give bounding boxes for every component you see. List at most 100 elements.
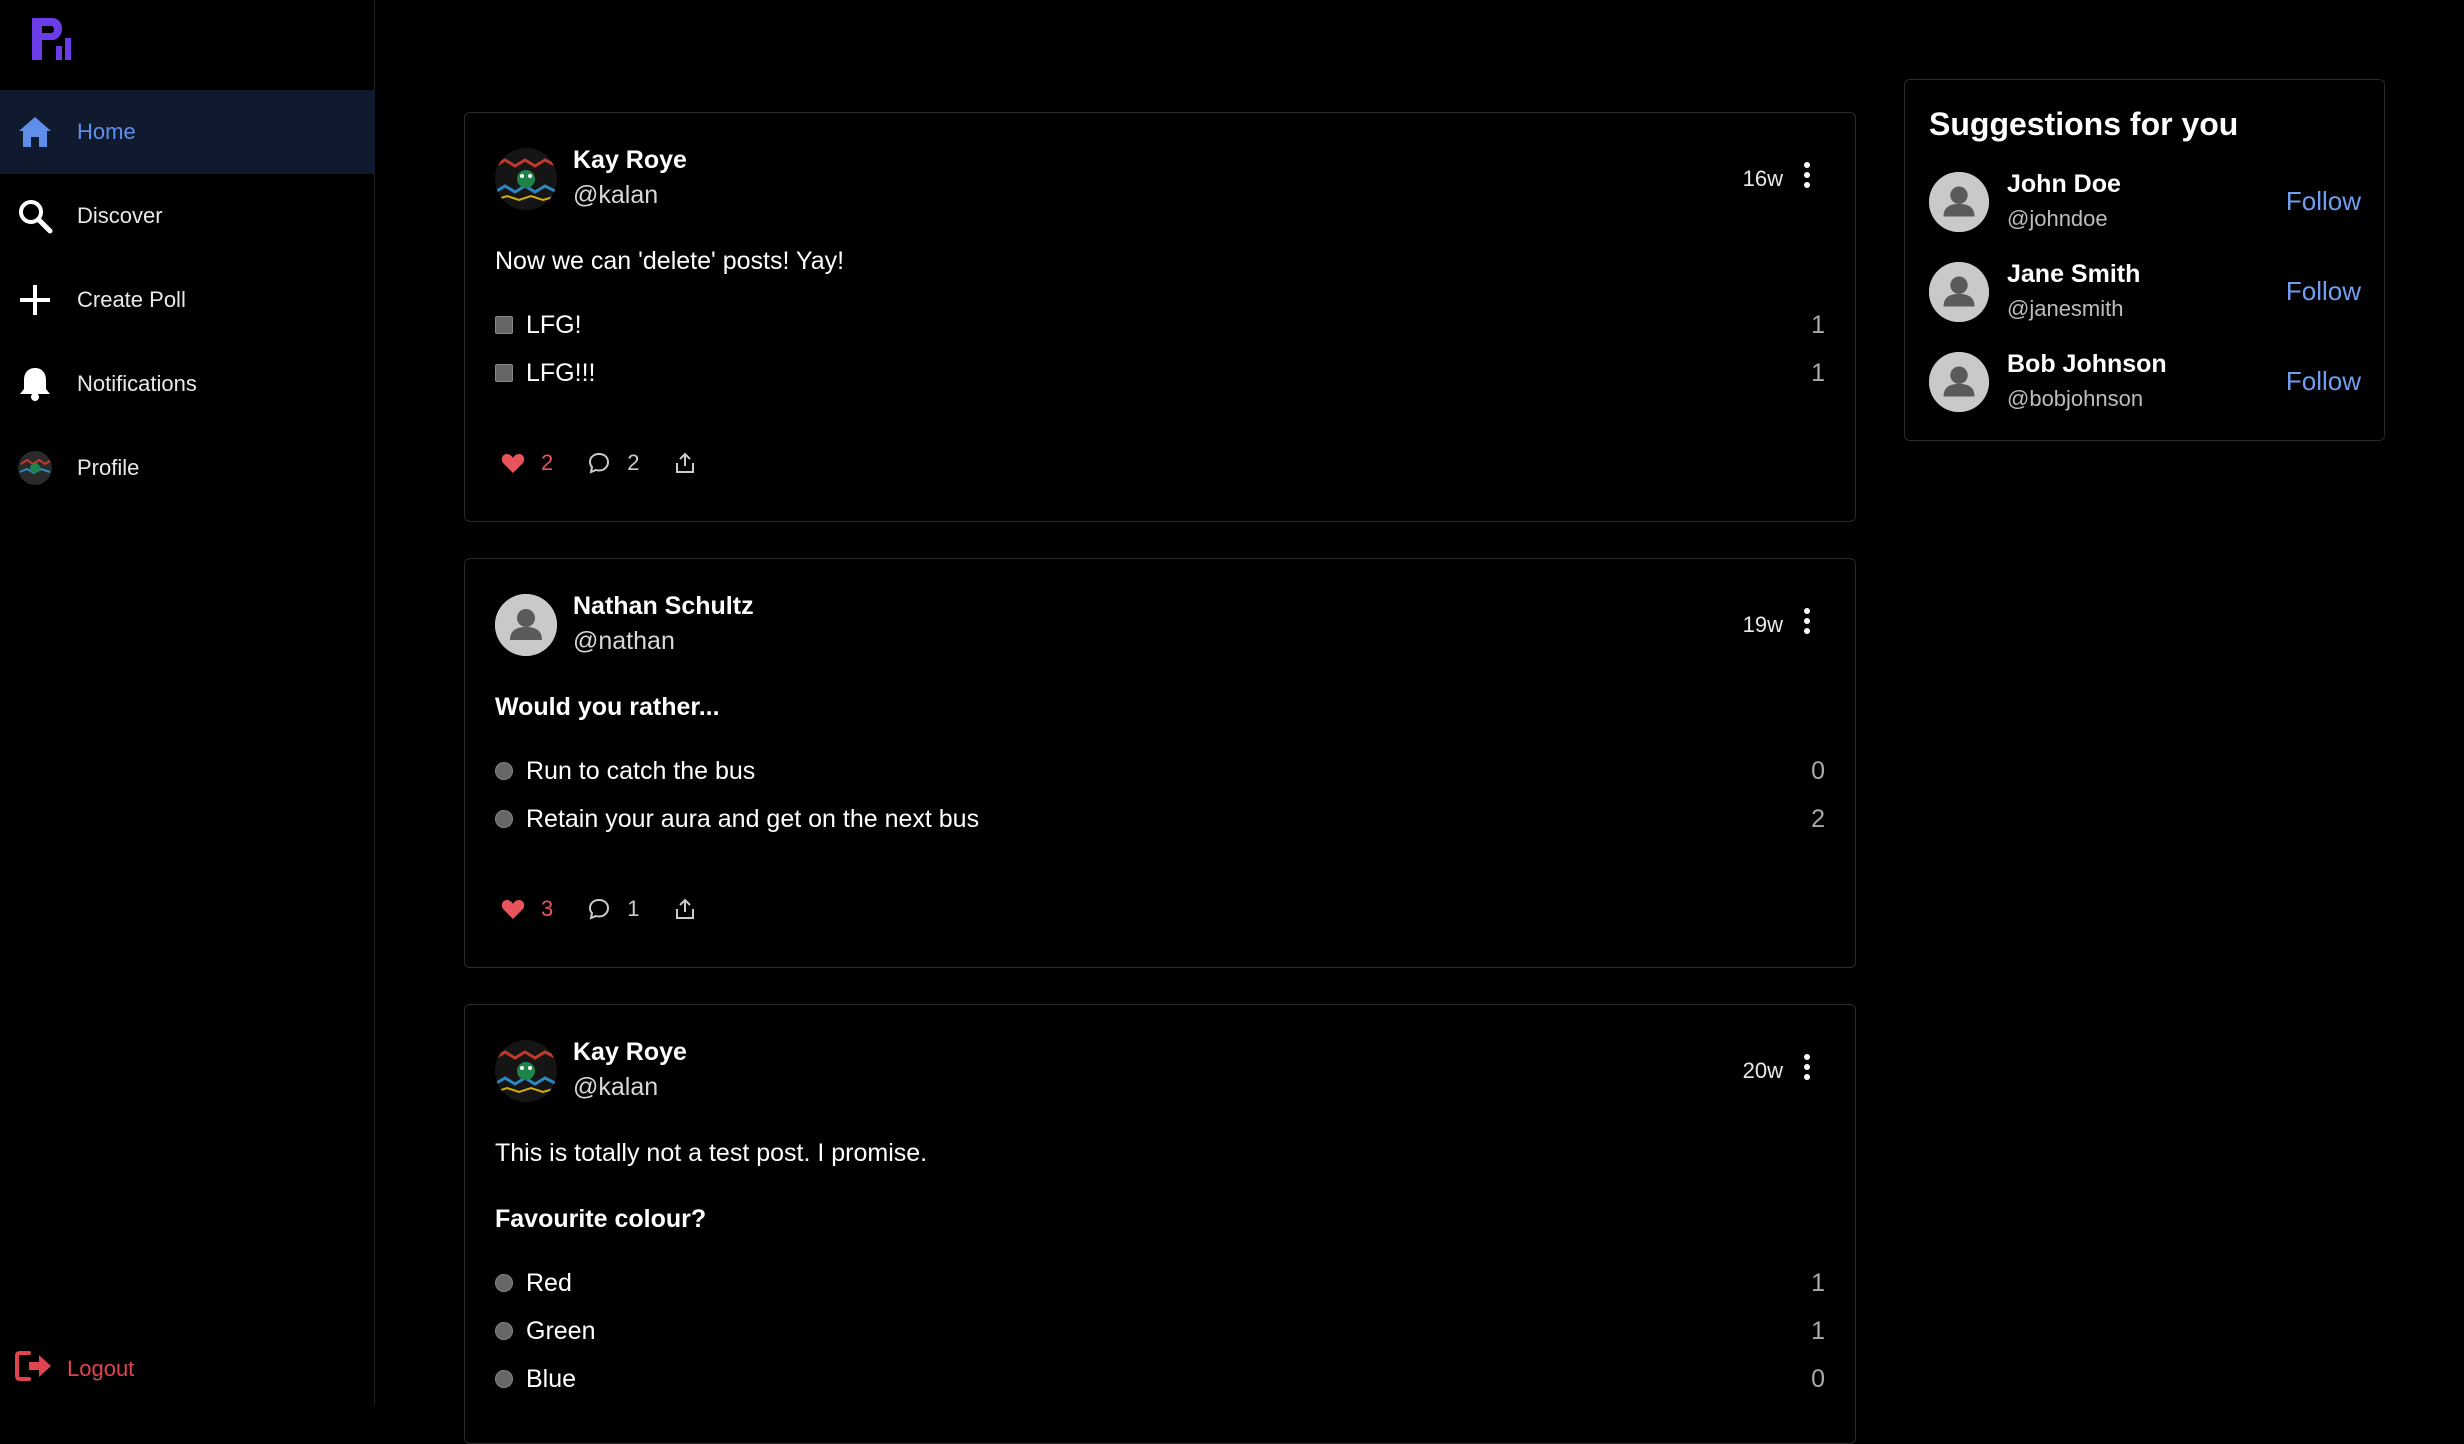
plus-icon xyxy=(17,282,53,318)
post-text: Now we can 'delete' posts! Yay! xyxy=(495,247,845,275)
poll-option[interactable]: Green 1 xyxy=(495,1313,1825,1349)
suggestion-item: Bob Johnson @bobjohnson Follow xyxy=(1929,350,2361,416)
poll-option[interactable]: Run to catch the bus 0 xyxy=(495,753,1825,789)
radio-button[interactable] xyxy=(495,762,513,780)
sidebar-item-label: Profile xyxy=(77,455,140,480)
sidebar-item-home[interactable]: Home xyxy=(0,90,375,174)
more-options-icon[interactable] xyxy=(1803,1053,1811,1081)
sidebar-item-label: Create Poll xyxy=(77,287,186,312)
sidebar-item-create-poll[interactable]: Create Poll xyxy=(0,258,375,342)
radio-button[interactable] xyxy=(495,1322,513,1340)
post-card: Nathan Schultz @nathan 19w Would you rat… xyxy=(464,558,1856,968)
like-button[interactable]: 2 xyxy=(501,450,553,476)
comment-button[interactable]: 1 xyxy=(587,896,640,922)
author-handle[interactable]: @nathan xyxy=(573,627,675,656)
sidebar-item-profile[interactable]: Profile xyxy=(0,426,375,510)
comment-icon xyxy=(589,898,610,920)
poll-option-count: 0 xyxy=(1811,1364,1825,1393)
logout-button[interactable]: Logout xyxy=(15,1350,134,1387)
follow-button[interactable]: Follow xyxy=(2286,186,2361,217)
share-button[interactable] xyxy=(674,897,696,921)
poll-option-count: 1 xyxy=(1811,358,1825,387)
heart-icon xyxy=(501,900,525,919)
poll-question: Would you rather... xyxy=(495,693,720,721)
post-time: 19w xyxy=(1742,612,1783,637)
like-count: 2 xyxy=(541,450,554,475)
sidebar-item-label: Home xyxy=(77,119,136,144)
poll-option[interactable]: Blue 0 xyxy=(495,1361,1825,1397)
suggestions-title: Suggestions for you xyxy=(1929,106,2239,142)
author-handle[interactable]: @kalan xyxy=(573,1073,658,1102)
poll-option[interactable]: LFG! 1 xyxy=(495,307,1825,343)
poll-option[interactable]: Red 1 xyxy=(495,1265,1825,1301)
avatar[interactable] xyxy=(495,148,557,210)
share-icon xyxy=(675,898,694,919)
checkbox[interactable] xyxy=(495,316,513,334)
logout-icon xyxy=(15,1350,53,1387)
app-logo[interactable] xyxy=(30,16,76,62)
comment-button[interactable]: 2 xyxy=(587,450,640,476)
suggestion-handle: @johndoe xyxy=(2007,206,2108,231)
share-icon xyxy=(675,452,694,473)
poll-option-label: LFG! xyxy=(526,310,582,339)
poll-option[interactable]: Retain your aura and get on the next bus… xyxy=(495,801,1825,837)
logout-label: Logout xyxy=(67,1355,135,1381)
radio-button[interactable] xyxy=(495,1274,513,1292)
avatar[interactable] xyxy=(1929,172,1989,232)
comment-count: 1 xyxy=(627,896,640,921)
post-card: Kay Roye @kalan 20w This is totally not … xyxy=(464,1004,1856,1444)
post-actions: 3 1 xyxy=(501,894,730,924)
more-options-icon[interactable] xyxy=(1803,607,1811,635)
poll-option-count: 1 xyxy=(1811,1268,1825,1297)
suggestions-panel: Suggestions for you John Doe @johndoe Fo… xyxy=(1904,79,2385,441)
author-name[interactable]: Kay Roye xyxy=(573,1038,687,1067)
sidebar-item-label: Notifications xyxy=(77,371,197,396)
radio-button[interactable] xyxy=(495,810,513,828)
poll-option-label: LFG!!! xyxy=(526,358,596,387)
suggestion-name[interactable]: John Doe xyxy=(2007,170,2121,199)
radio-button[interactable] xyxy=(495,1370,513,1388)
suggestion-item: John Doe @johndoe Follow xyxy=(1929,170,2361,236)
comment-icon xyxy=(589,452,610,474)
post-time: 20w xyxy=(1742,1058,1783,1083)
sidebar: Home Discover Create Poll Notifications … xyxy=(0,0,375,1405)
post-actions: 2 2 xyxy=(501,448,730,478)
poll-option-count: 0 xyxy=(1811,756,1825,785)
poll-option[interactable]: LFG!!! 1 xyxy=(495,355,1825,391)
poll-question: Favourite colour? xyxy=(495,1205,707,1233)
post-time: 16w xyxy=(1742,166,1783,191)
checkbox[interactable] xyxy=(495,364,513,382)
comment-count: 2 xyxy=(627,450,640,475)
poll-option-label: Run to catch the bus xyxy=(526,756,756,785)
follow-button[interactable]: Follow xyxy=(2286,276,2361,307)
poll-option-label: Red xyxy=(526,1268,572,1297)
follow-button[interactable]: Follow xyxy=(2286,366,2361,397)
author-handle[interactable]: @kalan xyxy=(573,181,658,210)
profile-avatar xyxy=(17,450,53,486)
suggestion-handle: @bobjohnson xyxy=(2007,386,2144,411)
home-icon xyxy=(17,114,53,150)
author-name[interactable]: Kay Roye xyxy=(573,146,687,175)
sidebar-item-notifications[interactable]: Notifications xyxy=(0,342,375,426)
suggestion-name[interactable]: Jane Smith xyxy=(2007,260,2140,289)
poll-option-label: Green xyxy=(526,1316,596,1345)
avatar[interactable] xyxy=(1929,262,1989,322)
author-name[interactable]: Nathan Schultz xyxy=(573,592,754,621)
suggestion-handle: @janesmith xyxy=(2007,296,2124,321)
post-text: This is totally not a test post. I promi… xyxy=(495,1139,928,1167)
like-button[interactable]: 3 xyxy=(501,896,553,922)
poll-option-count: 1 xyxy=(1811,310,1825,339)
post-card: Kay Roye @kalan 16w Now we can 'delete' … xyxy=(464,112,1856,522)
share-button[interactable] xyxy=(674,451,696,475)
avatar[interactable] xyxy=(495,1040,557,1102)
sidebar-item-discover[interactable]: Discover xyxy=(0,174,375,258)
bell-icon xyxy=(17,366,53,402)
suggestion-item: Jane Smith @janesmith Follow xyxy=(1929,260,2361,326)
avatar[interactable] xyxy=(1929,352,1989,412)
poll-option-count: 1 xyxy=(1811,1316,1825,1345)
suggestion-name[interactable]: Bob Johnson xyxy=(2007,350,2167,379)
sidebar-item-label: Discover xyxy=(77,203,163,228)
more-options-icon[interactable] xyxy=(1803,161,1811,189)
avatar[interactable] xyxy=(495,594,557,656)
like-count: 3 xyxy=(541,896,554,921)
